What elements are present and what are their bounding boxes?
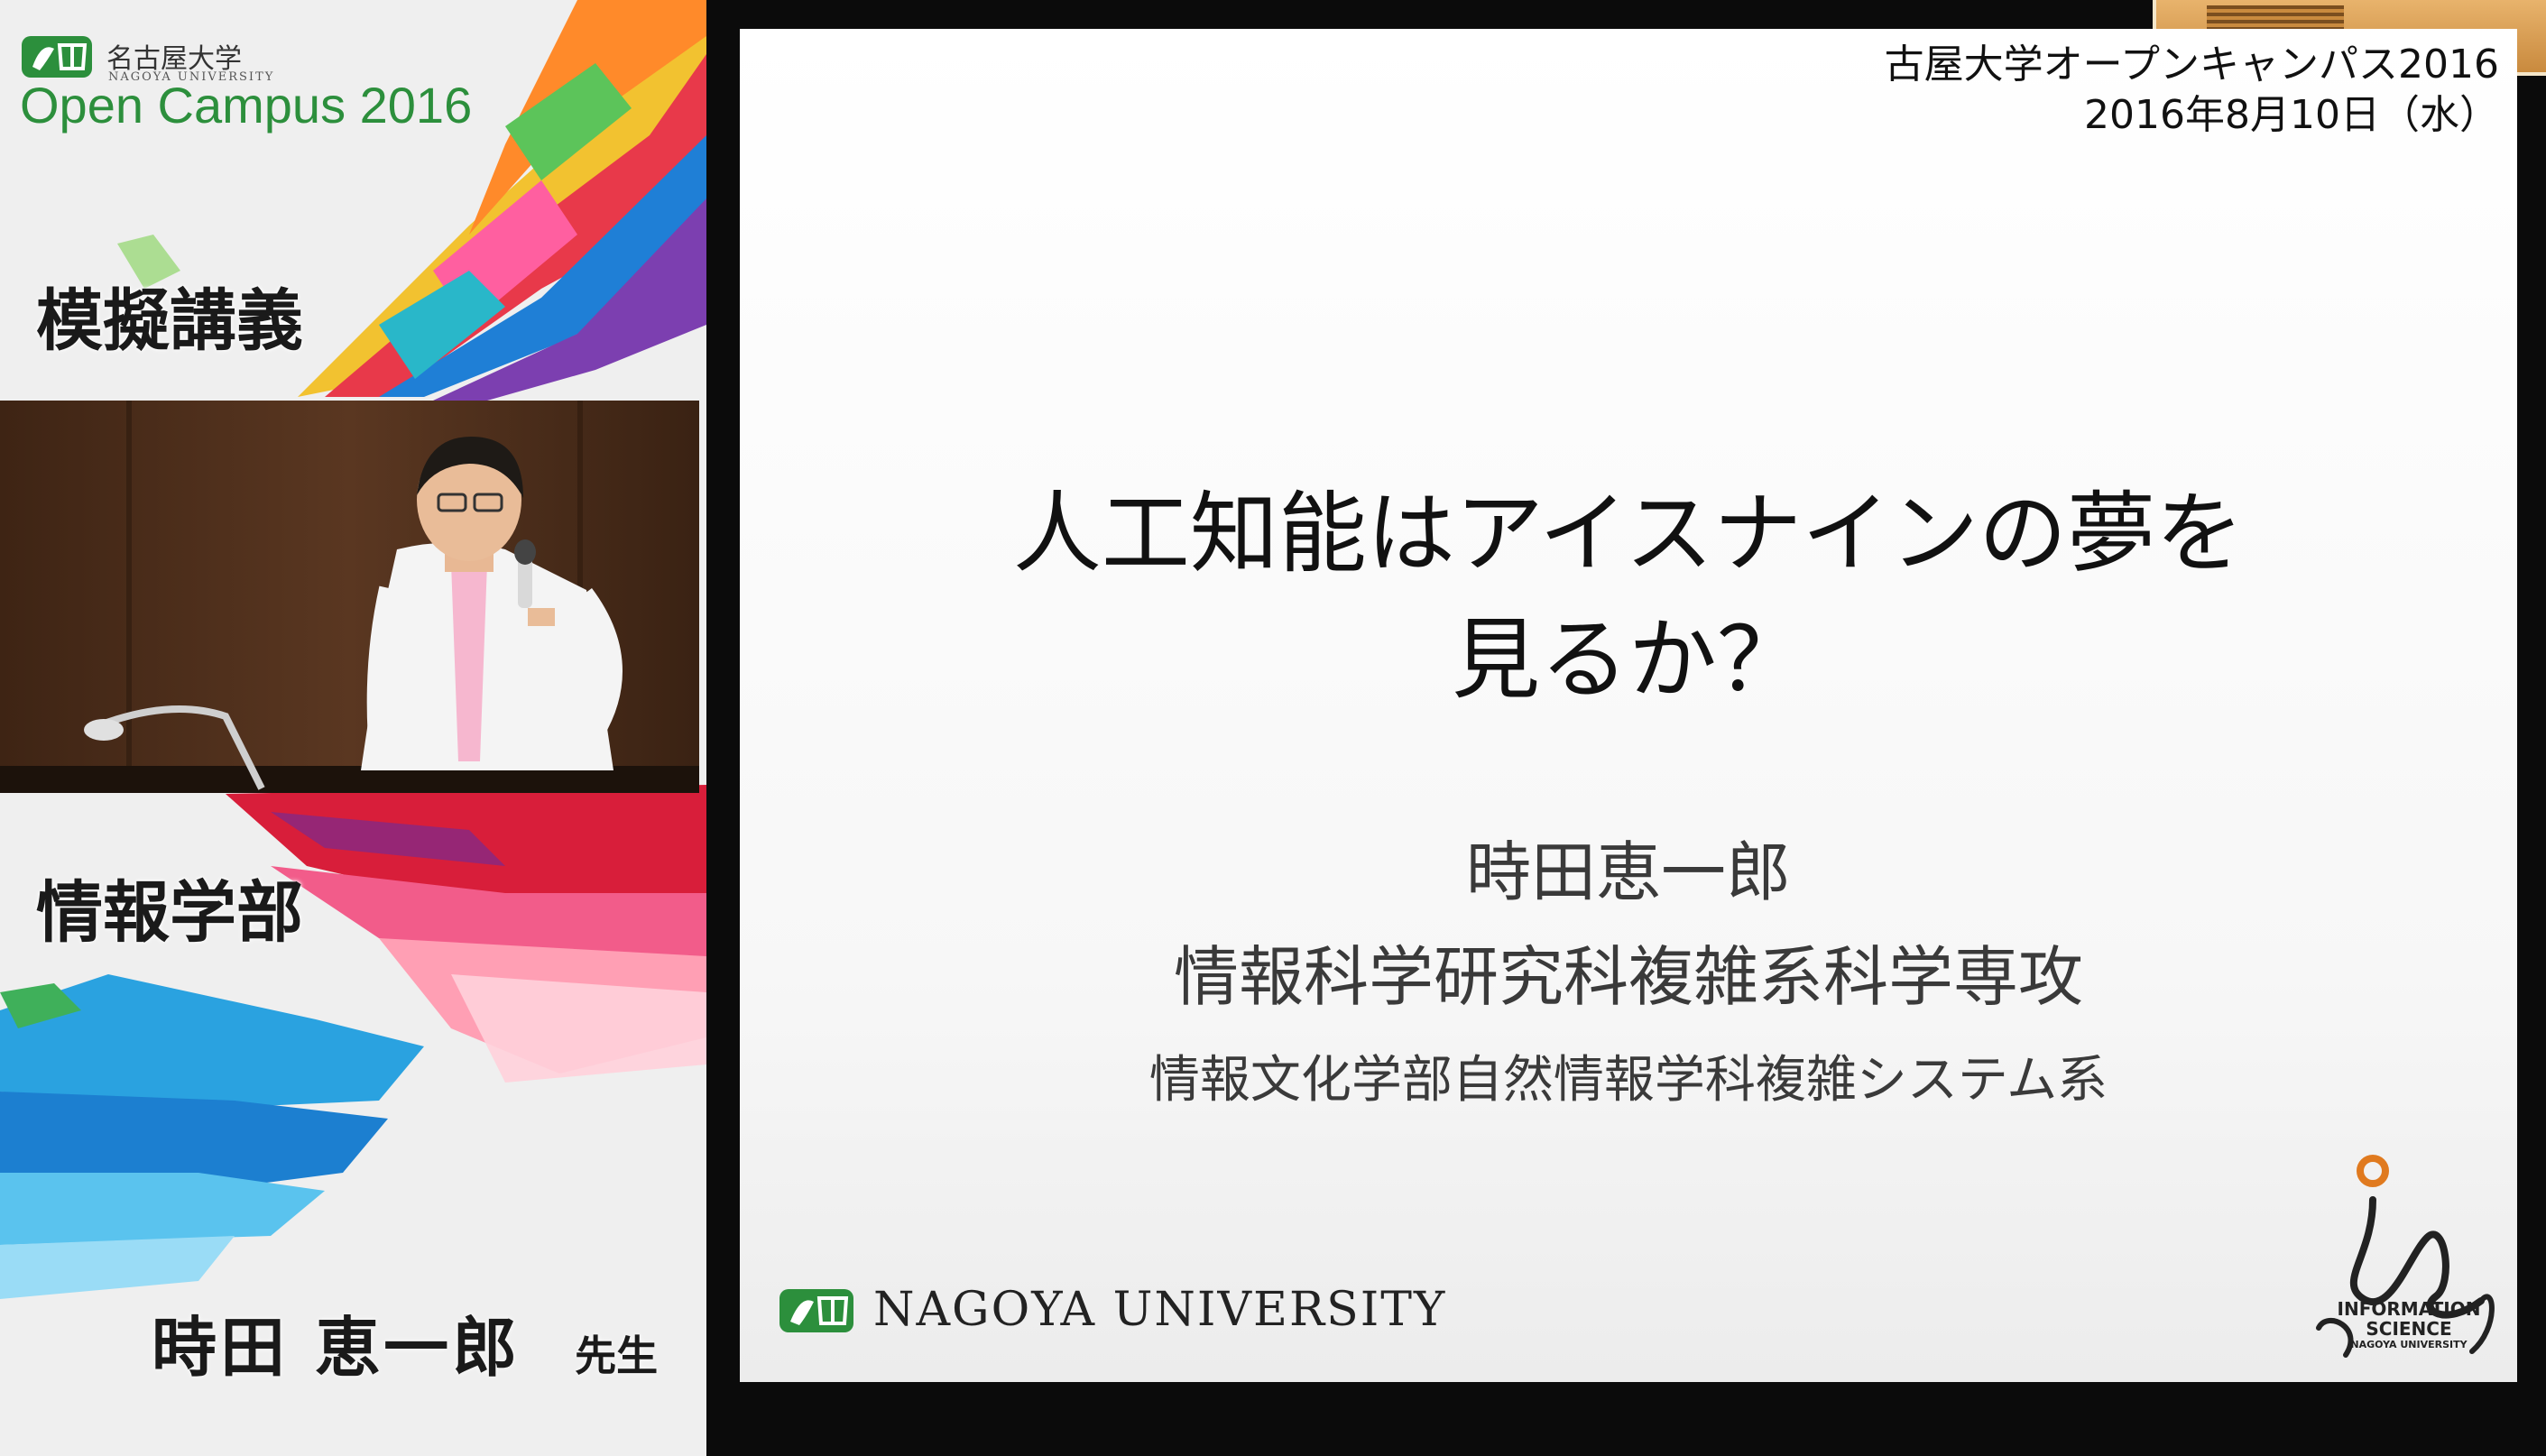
university-emblem-icon xyxy=(779,1289,853,1332)
slide-event-date: 2016年8月10日（水） xyxy=(2084,92,2499,138)
info-logo-line-3: NAGOYA UNIVERSITY xyxy=(2350,1339,2468,1350)
slide-header: 古屋大学オープンキャンパス2016 2016年8月10日（水） xyxy=(1885,40,2499,141)
nagoya-university-wordmark: NAGOYA UNIVERSITY xyxy=(873,1283,1447,1337)
lecturer-honorific: 先生 xyxy=(575,1332,659,1380)
slide-department-primary: 情報科学研究科複雑系科学専攻 xyxy=(1173,939,2083,1015)
info-logo-line-2: SCIENCE xyxy=(2366,1318,2452,1340)
information-science-logo-text: INFORMATION SCIENCE NAGOYA UNIVERSITY xyxy=(2310,1299,2508,1351)
session-label: 模擬講義 xyxy=(36,282,303,360)
information-science-logo: INFORMATION SCIENCE NAGOYA UNIVERSITY xyxy=(2310,1147,2508,1364)
presentation-slide: 古屋大学オープンキャンパス2016 2016年8月10日（水） 人工知能はアイス… xyxy=(740,29,2517,1382)
info-logo-line-1: INFORMATION xyxy=(2337,1298,2481,1320)
lecture-info-panel: 名古屋大学 NAGOYA UNIVERSITY Open Campus 2016… xyxy=(0,0,706,1456)
slide-author: 時田恵一郎 xyxy=(1465,834,1791,910)
faculty-label: 情報学部 xyxy=(36,874,303,952)
lecturer-name: 時田 恵一郎 xyxy=(152,1310,521,1386)
university-emblem-icon xyxy=(22,36,92,78)
speaker-video-frame xyxy=(0,401,699,793)
lecturer-caption: 時田 恵一郎 先生 xyxy=(152,1295,658,1389)
slide-event-name: 古屋大学オープンキャンパス2016 xyxy=(1884,41,2499,88)
slide-title-line-2: 見るか？ xyxy=(1451,609,1805,712)
event-title: Open Campus 2016 xyxy=(20,77,473,134)
slide-department-secondary: 情報文化学部自然情報学科複雑システム系 xyxy=(1148,1051,2108,1110)
slide-title-line-1: 人工知能はアイスナインの夢を xyxy=(1012,483,2245,585)
slide-title: 人工知能はアイスナインの夢を 見るか？ xyxy=(740,471,2517,723)
nagoya-university-logo: NAGOYA UNIVERSITY xyxy=(778,1283,1446,1337)
speaker-video xyxy=(0,401,699,793)
